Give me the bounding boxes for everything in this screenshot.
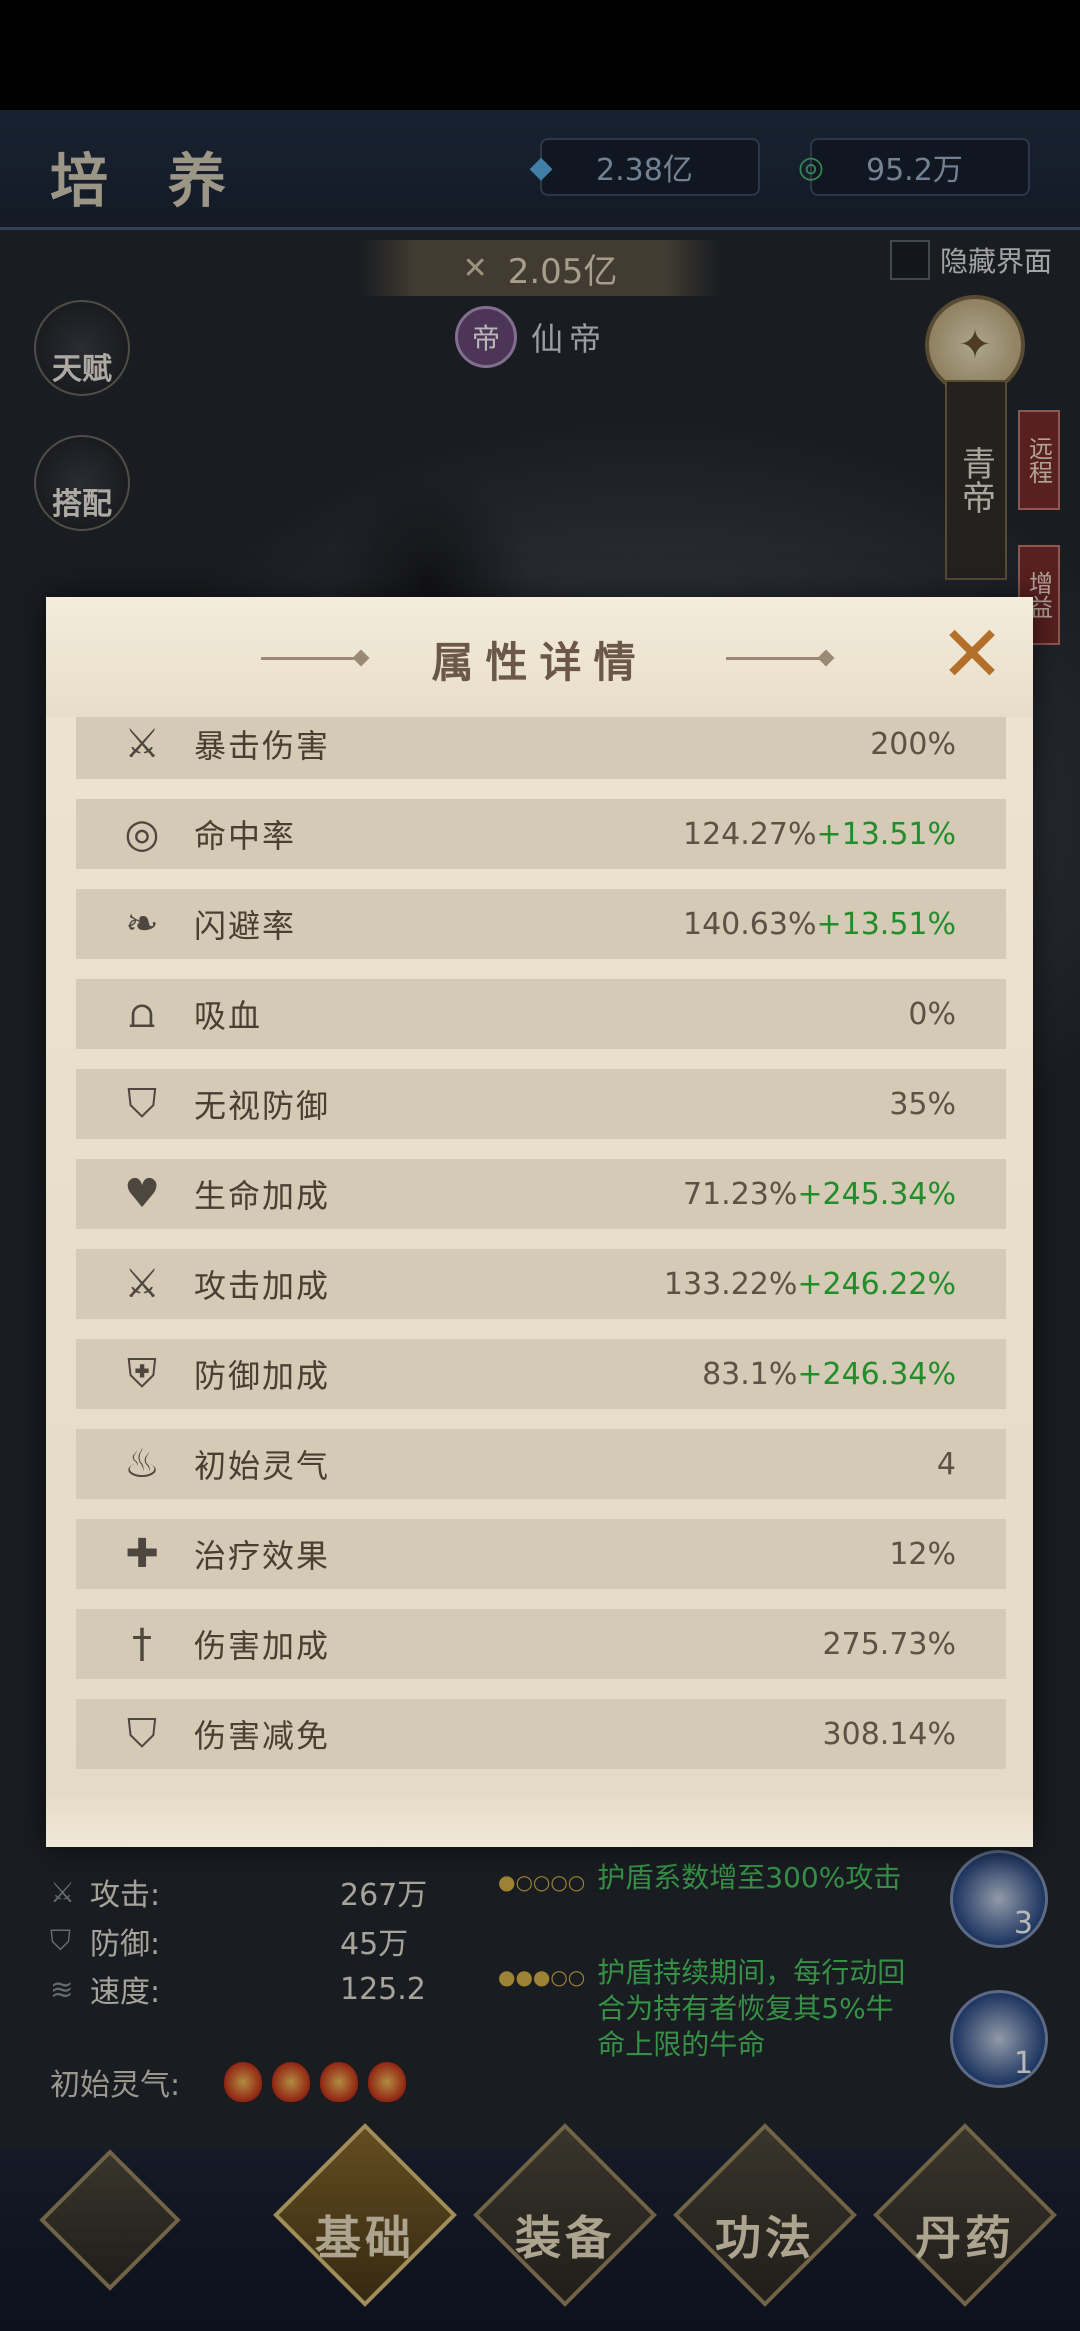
attribute-list[interactable]: ⚔ 暴击伤害 200% ◎ 命中率 124.27%+13.51% ❧ 闪避率 1… — [76, 717, 1006, 1797]
attr-name: 无视防御 — [194, 1087, 331, 1125]
attr-name: 生命加成 — [194, 1177, 331, 1215]
attr-value: 275.73% — [822, 1626, 956, 1662]
shield-plus-icon: ⛨ — [127, 1351, 157, 1397]
wing-icon: ❧ — [125, 901, 159, 947]
attr-row-lifesteal: ⩍ 吸血 0% — [76, 979, 1006, 1049]
attr-value: 124.27%+13.51% — [682, 816, 956, 852]
attr-row-crit-damage: ⚔ 暴击伤害 200% — [76, 717, 1006, 779]
attr-value: 83.1%+246.34% — [702, 1356, 956, 1392]
close-icon[interactable]: ✕ — [936, 616, 1008, 694]
game-scene: 培养 ◆ 2.38亿 ◎ 95.2万 ✕ 2.05亿 帝 仙帝 隐藏界面 天赋 … — [0, 0, 1080, 2331]
heal-hand-icon: ✚ — [125, 1531, 159, 1577]
attr-name: 防御加成 — [194, 1357, 331, 1395]
attr-name: 伤害加成 — [194, 1627, 331, 1665]
attribute-detail-modal: 属性详情 ✕ ⚔ 暴击伤害 200% ◎ 命中率 124.27%+13.51% … — [46, 597, 1033, 1847]
damage-plus-icon: † — [132, 1621, 152, 1667]
attr-value: 35% — [889, 1086, 956, 1122]
fang-icon: ⩍ — [129, 991, 155, 1037]
attr-name: 初始灵气 — [194, 1447, 331, 1485]
attr-name: 吸血 — [194, 997, 263, 1035]
title-ornament — [726, 657, 826, 660]
modal-header: 属性详情 ✕ — [46, 597, 1033, 717]
attr-row-damage-reduction: ⛉ 伤害减免 308.14% — [76, 1699, 1006, 1769]
attr-row-healing: ✚ 治疗效果 12% — [76, 1519, 1006, 1589]
attr-value: 0% — [908, 996, 956, 1032]
attr-row-attack-bonus: ⚔ 攻击加成 133.22%+246.22% — [76, 1249, 1006, 1319]
flame-icon: ♨ — [124, 1441, 160, 1487]
modal-footer — [46, 1797, 1033, 1847]
attr-row-dodge-rate: ❧ 闪避率 140.63%+13.51% — [76, 889, 1006, 959]
attr-row-hit-rate: ◎ 命中率 124.27%+13.51% — [76, 799, 1006, 869]
broken-shield-icon: ⛉ — [127, 1081, 157, 1127]
attr-value: 140.63%+13.51% — [682, 906, 956, 942]
attr-name: 治疗效果 — [194, 1537, 331, 1575]
attr-value: 308.14% — [822, 1716, 956, 1752]
shield-reduce-icon: ⛉ — [127, 1711, 157, 1757]
attr-row-armor-pierce: ⛉ 无视防御 35% — [76, 1069, 1006, 1139]
attr-value: 200% — [870, 726, 956, 762]
target-icon: ◎ — [124, 811, 160, 857]
sword-plus-icon: ⚔ — [124, 1261, 160, 1307]
heart-plus-icon: ♥ — [124, 1171, 160, 1217]
attr-value: 133.22%+246.22% — [663, 1266, 956, 1302]
attr-name: 攻击加成 — [194, 1267, 331, 1305]
attr-row-defense-bonus: ⛨ 防御加成 83.1%+246.34% — [76, 1339, 1006, 1409]
attr-name: 伤害减免 — [194, 1717, 331, 1755]
attr-row-initial-qi: ♨ 初始灵气 4 — [76, 1429, 1006, 1499]
attr-name: 暴击伤害 — [194, 727, 331, 765]
attr-name: 闪避率 — [194, 907, 297, 945]
attr-row-damage-bonus: † 伤害加成 275.73% — [76, 1609, 1006, 1679]
attr-value: 71.23%+245.34% — [682, 1176, 956, 1212]
attr-value: 4 — [936, 1446, 956, 1482]
attr-row-hp-bonus: ♥ 生命加成 71.23%+245.34% — [76, 1159, 1006, 1229]
attr-name: 命中率 — [194, 817, 297, 855]
crit-sword-icon: ⚔ — [124, 721, 160, 767]
modal-title: 属性详情 — [431, 638, 648, 687]
attr-value: 12% — [889, 1536, 956, 1572]
